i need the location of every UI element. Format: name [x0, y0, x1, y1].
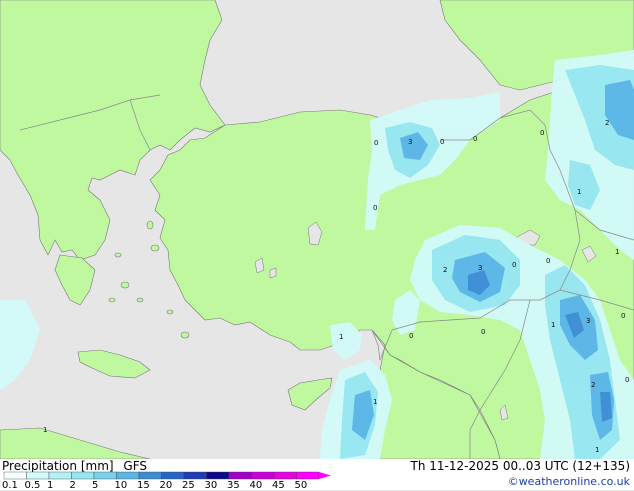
scale-swatch: [296, 471, 320, 480]
scale-arrow: [319, 472, 331, 479]
value-label: 1: [595, 446, 599, 454]
value-label: 0: [546, 257, 550, 265]
forecast-run-time: Th 11-12-2025 00..03 UTC (12+135): [410, 459, 630, 473]
value-label: 0: [473, 135, 477, 143]
scale-swatch: [3, 471, 27, 480]
value-label: 3: [408, 138, 412, 146]
scale-swatch: [273, 471, 297, 480]
scale-tick-label: 40: [249, 480, 263, 491]
value-label: 0: [373, 204, 377, 212]
scale-swatch: [206, 471, 230, 480]
value-label: 1: [577, 188, 581, 196]
value-label: 0: [621, 312, 625, 320]
scale-tick-label: 5: [92, 480, 99, 491]
scale-swatch: [161, 471, 185, 480]
scale-tick-label: 30: [204, 480, 218, 491]
value-label: 2: [591, 381, 595, 389]
precipitation-map: 3 0 0 0 0 2 0 2 3 0 0 1 1 1 3 0 1 1 2 0 …: [0, 0, 634, 459]
value-label: 1: [615, 248, 619, 256]
scale-tick-label: 1: [47, 480, 54, 491]
scale-tick-label: 25: [182, 480, 195, 491]
scale-swatch: [116, 471, 140, 480]
scale-swatch: [26, 471, 50, 480]
value-label: 0: [481, 328, 485, 336]
scale-swatch: [228, 471, 252, 480]
value-label: 1: [551, 321, 555, 329]
scale-swatch: [183, 471, 207, 480]
scale-swatch: [48, 471, 72, 480]
value-label: 1: [43, 426, 47, 434]
scale-tick-label: 20: [159, 480, 173, 491]
value-label: 0: [374, 139, 378, 147]
scale-swatch: [251, 471, 275, 480]
legend-bar: Precipitation [mm] GFS Th 11-12-2025 00.…: [0, 459, 634, 491]
scale-swatch: [71, 471, 95, 480]
value-label: 1: [373, 398, 377, 406]
scale-swatch: [138, 471, 162, 480]
value-label: 1: [339, 333, 343, 341]
value-label: 0: [540, 129, 544, 137]
scale-tick-label: 0.1: [2, 480, 18, 491]
scale-tick-label: 45: [272, 480, 285, 491]
value-label: 3: [586, 317, 590, 325]
scale-tick-label: 0.5: [24, 480, 41, 491]
scale-tick-label: 35: [227, 480, 240, 491]
value-label: 0: [512, 261, 516, 269]
value-label: 0: [409, 332, 413, 340]
value-label: 2: [605, 119, 609, 127]
value-label: 2: [443, 266, 447, 274]
value-label: 0: [625, 376, 629, 384]
scale-tick-label: 10: [114, 480, 128, 491]
scale-tick-label: 2: [69, 480, 76, 491]
scale-tick-label: 50: [294, 480, 308, 491]
value-label: 3: [478, 264, 482, 272]
site-credit: ©weatheronline.co.uk: [507, 475, 630, 488]
value-label: 0: [440, 138, 444, 146]
scale-tick-label: 15: [137, 480, 150, 491]
scale-swatch: [93, 471, 117, 480]
